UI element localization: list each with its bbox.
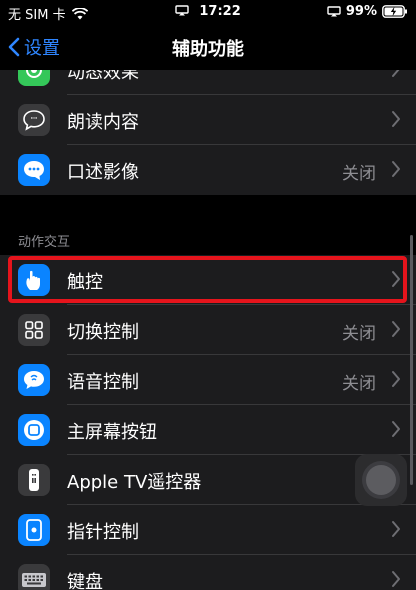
svg-text:"": "" [31, 116, 37, 124]
navigation-bar: 设置 辅助功能 [0, 26, 416, 70]
audio-description-icon [18, 154, 50, 186]
scroll-indicator[interactable] [410, 235, 413, 485]
list-item-label: 口述影像 [67, 162, 139, 183]
list-item-spoken-content[interactable]: "" 朗读内容 [0, 95, 416, 145]
keyboard-icon [18, 564, 50, 590]
highlight-frame [8, 256, 407, 303]
list-item-label: 动态效果 [67, 70, 139, 83]
list-item-value: 关闭 [342, 374, 376, 394]
chevron-right-icon [392, 321, 400, 337]
settings-group-interaction: 触控 切换控制 关闭 语音控制 关闭 主屏幕按钮 Apple TV遥控器 指针控… [0, 255, 416, 590]
list-item-audio-descriptions[interactable]: 口述影像 关闭 [0, 145, 416, 195]
list-item-label: Apple TV遥控器 [67, 472, 202, 493]
list-item-apple-tv-remote[interactable]: Apple TV遥控器 [0, 455, 416, 505]
section-header: 动作交互 [18, 235, 71, 250]
list-item-value: 关闭 [342, 324, 376, 344]
list-item-keyboard[interactable]: 键盘 [0, 555, 416, 590]
list-item-label: 键盘 [67, 572, 103, 590]
chevron-right-icon [392, 421, 400, 437]
chevron-right-icon [392, 571, 400, 587]
battery-percent: 99% [345, 4, 377, 19]
list-item-home-button[interactable]: 主屏幕按钮 [0, 405, 416, 455]
speech-bubble-icon: "" [18, 104, 50, 136]
list-item-value: 关闭 [342, 164, 376, 184]
list-item-voice-control[interactable]: 语音控制 关闭 [0, 355, 416, 405]
list-item-label: 语音控制 [67, 372, 139, 393]
settings-group-vision: 动态效果 "" 朗读内容 口述影像 关闭 [0, 70, 416, 195]
chevron-right-icon [392, 371, 400, 387]
status-time: 17:22 [199, 4, 241, 19]
chevron-right-icon [392, 161, 400, 177]
home-button-icon [18, 414, 50, 446]
voice-control-icon [18, 364, 50, 396]
remote-icon [18, 464, 50, 496]
assistive-touch-icon [366, 465, 396, 495]
list-item-label: 指针控制 [67, 522, 139, 543]
status-right: 99% [327, 4, 408, 19]
list-item-label: 朗读内容 [67, 112, 139, 133]
list-item-switch-control[interactable]: 切换控制 关闭 [0, 305, 416, 355]
page-title: 辅助功能 [172, 39, 244, 60]
battery-charging-icon [382, 5, 407, 18]
assistive-touch-button[interactable] [355, 454, 407, 506]
list-item-label: 主屏幕按钮 [67, 422, 157, 443]
pointer-icon [18, 514, 50, 546]
screen-mirroring-icon [175, 5, 189, 16]
list-item-pointer-control[interactable]: 指针控制 [0, 505, 416, 555]
motion-icon [18, 70, 50, 86]
status-bar: 无 SIM 卡 17:22 99% [0, 0, 416, 26]
list-item-label: 切换控制 [67, 322, 139, 343]
chevron-right-icon [392, 111, 400, 127]
grid-icon [18, 314, 50, 346]
list-item-motion[interactable]: 动态效果 [0, 70, 416, 95]
screen-mirroring-icon [327, 6, 341, 17]
chevron-right-icon [392, 521, 400, 537]
chevron-right-icon [392, 70, 400, 77]
